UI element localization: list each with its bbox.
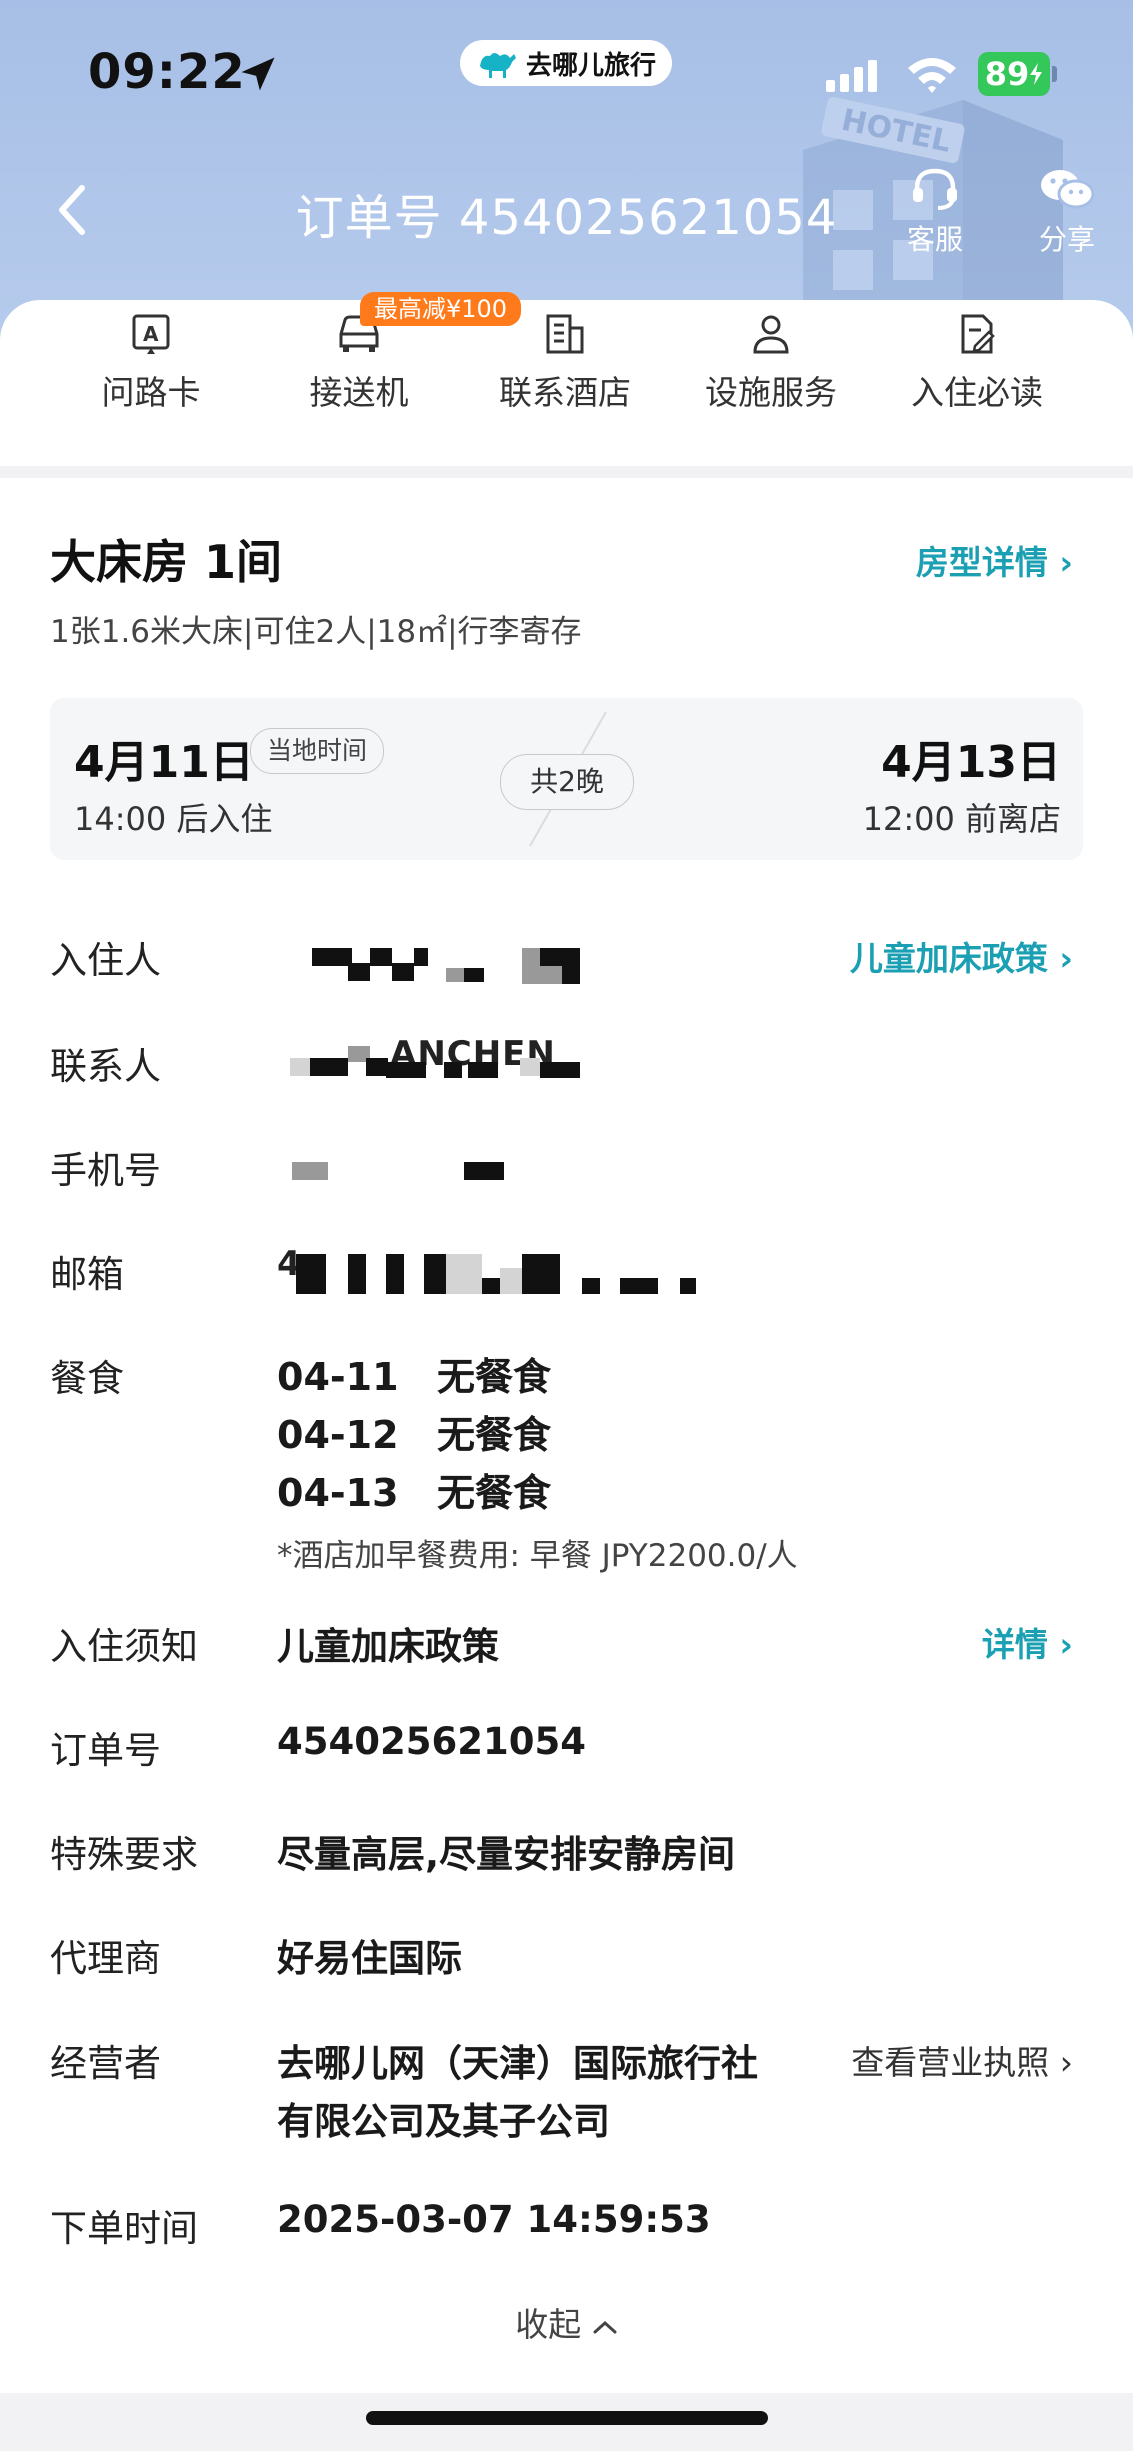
special-request-value: 尽量高层,尽量安排安静房间 <box>277 1833 736 1876</box>
timezone-tag: 当地时间 <box>250 728 385 774</box>
wechat-icon <box>1041 170 1095 209</box>
contact-label: 联系人 <box>50 1045 161 1088</box>
meal-row: 04-13 无餐食 <box>277 1462 551 1517</box>
shortcut-label: 接送机 <box>309 373 409 412</box>
direction-card-icon: A <box>132 314 170 354</box>
share-label: 分享 <box>1038 223 1095 256</box>
collapse-label: 收起 <box>515 2305 582 2344</box>
room-detail-label: 房型详情 <box>915 543 1048 582</box>
business-license-link[interactable]: 查看营业执照 › <box>851 2036 1073 2084</box>
shortcut-facilities[interactable]: 设施服务 <box>668 300 874 414</box>
cellular-signal-icon <box>826 60 877 92</box>
header: HOTEL 09:22 去哪儿旅行 89 订单号 454025621054 客服… <box>0 0 1133 340</box>
chevron-right-icon: › <box>1059 1625 1073 1664</box>
email-label: 邮箱 <box>50 1253 124 1296</box>
meal-value: 无餐食 <box>437 1413 552 1457</box>
headset-icon <box>913 168 957 210</box>
notice-detail-link[interactable]: 详情 › <box>982 1618 1073 1666</box>
svg-text:A: A <box>143 322 159 346</box>
checkout-time: 12:00 前离店 <box>862 800 1061 838</box>
meal-date: 04-11 <box>277 1355 399 1399</box>
chevron-right-icon: › <box>1059 543 1073 582</box>
promo-badge: 最高减¥100 <box>360 292 522 326</box>
special-request-label: 特殊要求 <box>50 1833 198 1876</box>
shortcut-checkin-info[interactable]: 入住必读 <box>874 300 1080 414</box>
app-pill-label: 去哪儿旅行 <box>525 50 656 81</box>
order-time-value: 2025-03-07 14:59:53 <box>277 2198 711 2241</box>
meal-row: 04-11 无餐食 <box>277 1346 551 1401</box>
camel-logo-icon <box>479 53 516 78</box>
battery-indicator: 89 <box>978 52 1050 96</box>
notice-label: 入住须知 <box>50 1625 198 1668</box>
meal-date: 04-13 <box>277 1471 399 1515</box>
operator-value-line1: 去哪儿网（天津）国际旅行社 <box>277 2042 758 2085</box>
collapse-button[interactable]: 收起 <box>0 2298 1133 2346</box>
shortcut-label: 问路卡 <box>101 373 201 412</box>
meals-label: 餐食 <box>50 1357 124 1400</box>
wifi-icon <box>908 58 956 93</box>
stay-dates: 4月11日 当地时间 14:00 后入住 共2晚 4月13日 12:00 前离店 <box>50 698 1083 860</box>
checkin-time: 14:00 后入住 <box>74 800 273 838</box>
room-title: 大床房 1间 <box>50 535 283 589</box>
checkout-date: 4月13日 <box>881 737 1061 788</box>
shortcut-bar: A 问路卡 接送机 联系酒店 设施服务 入住必读 <box>0 300 1133 466</box>
app-pill[interactable]: 去哪儿旅行 <box>460 40 672 86</box>
chevron-up-icon <box>593 2320 617 2333</box>
shortcut-label: 入住必读 <box>911 373 1043 412</box>
charging-bolt-icon <box>1030 63 1043 85</box>
nights-count: 共2晚 <box>500 754 634 810</box>
building-icon <box>546 314 584 354</box>
customer-service-label: 客服 <box>906 223 963 256</box>
battery-level: 89 <box>984 55 1030 93</box>
document-icon <box>961 314 995 354</box>
meal-date: 04-12 <box>277 1413 399 1457</box>
operator-label: 经营者 <box>50 2042 161 2085</box>
order-number-value: 454025621054 <box>277 1720 586 1763</box>
meal-value: 无餐食 <box>437 1355 552 1399</box>
chevron-right-icon: › <box>1059 939 1073 978</box>
meal-row: 04-12 无餐食 <box>277 1404 551 1459</box>
notice-detail-label: 详情 <box>981 1625 1048 1664</box>
order-detail-card: 大床房 1间 房型详情 › 1张1.6米大床|可住2人|18㎡|行李寄存 4月1… <box>0 478 1133 2393</box>
room-spec: 1张1.6米大床|可住2人|18㎡|行李寄存 <box>50 614 582 650</box>
phone-label: 手机号 <box>50 1149 161 1192</box>
business-license-label: 查看营业执照 <box>851 2043 1050 2082</box>
agent-value: 好易住国际 <box>277 1937 462 1980</box>
home-indicator <box>366 2411 768 2425</box>
child-policy-link[interactable]: 儿童加床政策 › <box>850 932 1073 980</box>
status-time: 09:22 <box>88 44 246 100</box>
breakfast-fee-note: *酒店加早餐费用: 早餐 JPY2200.0/人 <box>277 1538 798 1574</box>
room-detail-link[interactable]: 房型详情 › <box>916 536 1073 584</box>
share-button[interactable]: 分享 <box>1022 166 1112 258</box>
battery-tip <box>1052 66 1057 82</box>
child-policy-label: 儿童加床政策 <box>849 939 1048 978</box>
agent-label: 代理商 <box>50 1937 161 1980</box>
order-number-label: 订单号 <box>50 1729 161 1772</box>
person-icon <box>753 315 789 354</box>
shortcut-label: 联系酒店 <box>499 373 631 412</box>
shortcut-label: 设施服务 <box>705 373 837 412</box>
checkin-date: 4月11日 <box>74 737 254 788</box>
notice-value: 儿童加床政策 <box>277 1625 499 1668</box>
customer-service-button[interactable]: 客服 <box>890 166 980 258</box>
location-arrow-icon <box>241 57 275 91</box>
order-time-label: 下单时间 <box>50 2207 198 2250</box>
meal-value: 无餐食 <box>437 1471 552 1515</box>
shortcut-direction-card[interactable]: A 问路卡 <box>48 300 254 414</box>
operator-value-line2: 有限公司及其子公司 <box>277 2100 610 2143</box>
chevron-right-icon: › <box>1059 2043 1073 2082</box>
guest-label: 入住人 <box>50 939 161 982</box>
